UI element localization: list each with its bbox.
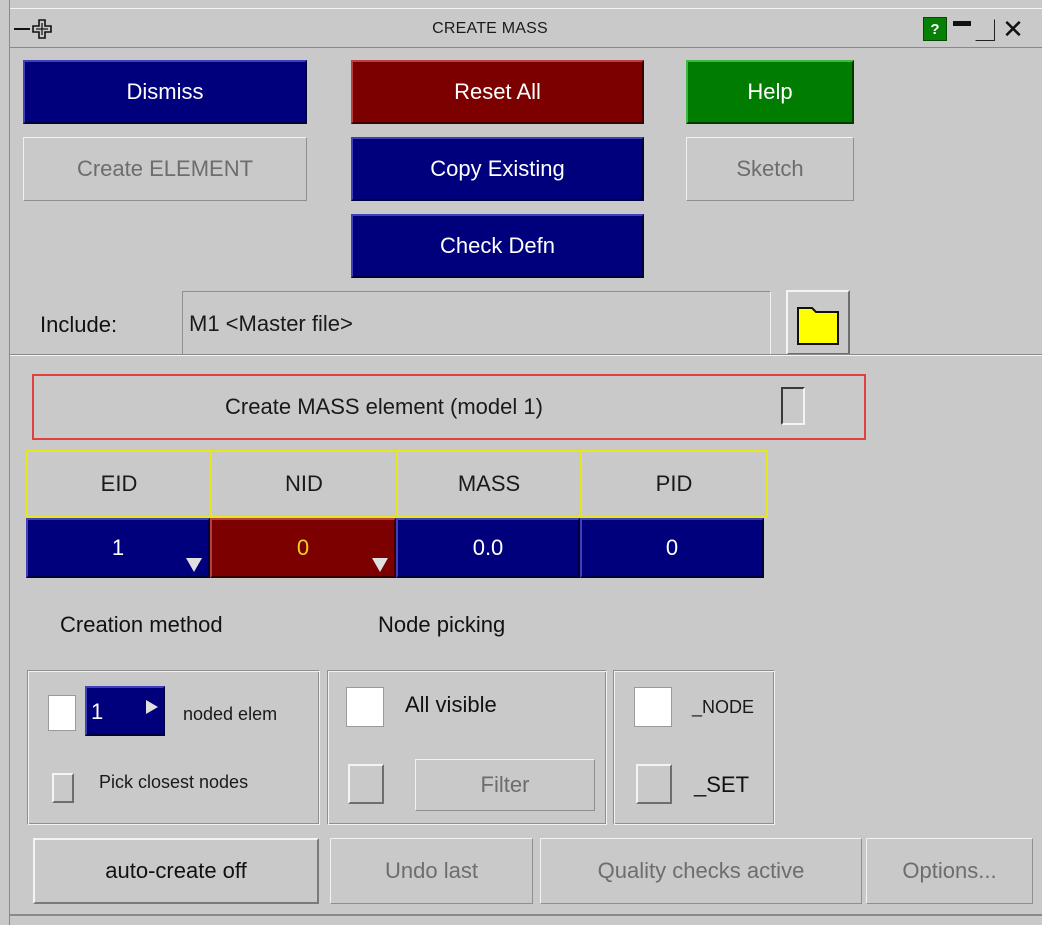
- dropdown-arrow-icon[interactable]: [186, 558, 202, 572]
- help-button[interactable]: Help: [686, 60, 854, 124]
- pid-value: 0: [665, 535, 679, 560]
- help-icon[interactable]: ?: [923, 17, 947, 41]
- pick-closest-label: Pick closest nodes: [99, 772, 249, 792]
- create-mass-title: Create MASS element (model 1): [225, 394, 543, 419]
- separator: [10, 354, 1042, 356]
- filter-button[interactable]: Filter: [415, 759, 595, 811]
- spin-arrow-icon[interactable]: [146, 700, 158, 714]
- eid-field[interactable]: 1: [26, 518, 210, 578]
- node-picking-label: Node picking: [378, 612, 506, 637]
- creation-method-label: Creation method: [60, 612, 223, 637]
- pick-closest-checkbox[interactable]: [52, 773, 74, 803]
- nid-field[interactable]: 0: [210, 518, 396, 578]
- create-mass-header: Create MASS element (model 1): [32, 374, 866, 440]
- title-bar[interactable]: CREATE MASS ? ✕: [10, 8, 1042, 48]
- header-eid: EID: [26, 450, 212, 518]
- dismiss-button[interactable]: Dismiss: [23, 60, 307, 124]
- window-title: CREATE MASS: [432, 20, 548, 37]
- include-field[interactable]: M1 <Master file>: [182, 291, 771, 356]
- noded-elem-checkbox[interactable]: [48, 695, 76, 731]
- pid-field[interactable]: 0: [580, 518, 764, 578]
- dropdown-arrow-icon[interactable]: [372, 558, 388, 572]
- reset-all-button[interactable]: Reset All: [351, 60, 644, 124]
- set-checkbox[interactable]: [636, 764, 672, 804]
- node-checkbox[interactable]: [634, 687, 672, 727]
- all-visible-label: All visible: [405, 692, 497, 717]
- noded-count-value: 1: [91, 699, 104, 724]
- mass-field[interactable]: 0.0: [396, 518, 580, 578]
- include-label: Include:: [40, 312, 118, 337]
- nid-value: 0: [296, 535, 310, 560]
- eid-value: 1: [111, 535, 125, 560]
- auto-create-button[interactable]: auto-create off: [33, 838, 319, 904]
- mass-value: 0.0: [472, 535, 504, 560]
- header-nid: NID: [210, 450, 398, 518]
- filter-checkbox[interactable]: [348, 764, 384, 804]
- node-type-label: _NODE: [692, 697, 755, 717]
- set-type-label: _SET: [694, 772, 750, 797]
- folder-icon: [797, 307, 839, 345]
- undo-last-button[interactable]: Undo last: [330, 838, 533, 904]
- sketch-button[interactable]: Sketch: [686, 137, 854, 201]
- copy-existing-button[interactable]: Copy Existing: [351, 137, 644, 201]
- close-icon[interactable]: ✕: [1000, 15, 1026, 43]
- check-defn-button[interactable]: Check Defn: [351, 214, 644, 278]
- quality-checks-button[interactable]: Quality checks active: [540, 838, 862, 904]
- window-frame: [0, 0, 10, 925]
- options-button[interactable]: Options...: [866, 838, 1033, 904]
- create-mass-checkbox[interactable]: [781, 387, 805, 425]
- header-pid: PID: [580, 450, 768, 518]
- bottom-border: [10, 914, 1042, 916]
- noded-elem-label: noded elem: [183, 704, 278, 724]
- maximize-icon[interactable]: [975, 19, 995, 41]
- create-element-button[interactable]: Create ELEMENT: [23, 137, 307, 201]
- all-visible-checkbox[interactable]: [346, 687, 384, 727]
- minimize-icon[interactable]: [952, 19, 972, 39]
- header-mass: MASS: [396, 450, 582, 518]
- folder-button[interactable]: [786, 290, 850, 355]
